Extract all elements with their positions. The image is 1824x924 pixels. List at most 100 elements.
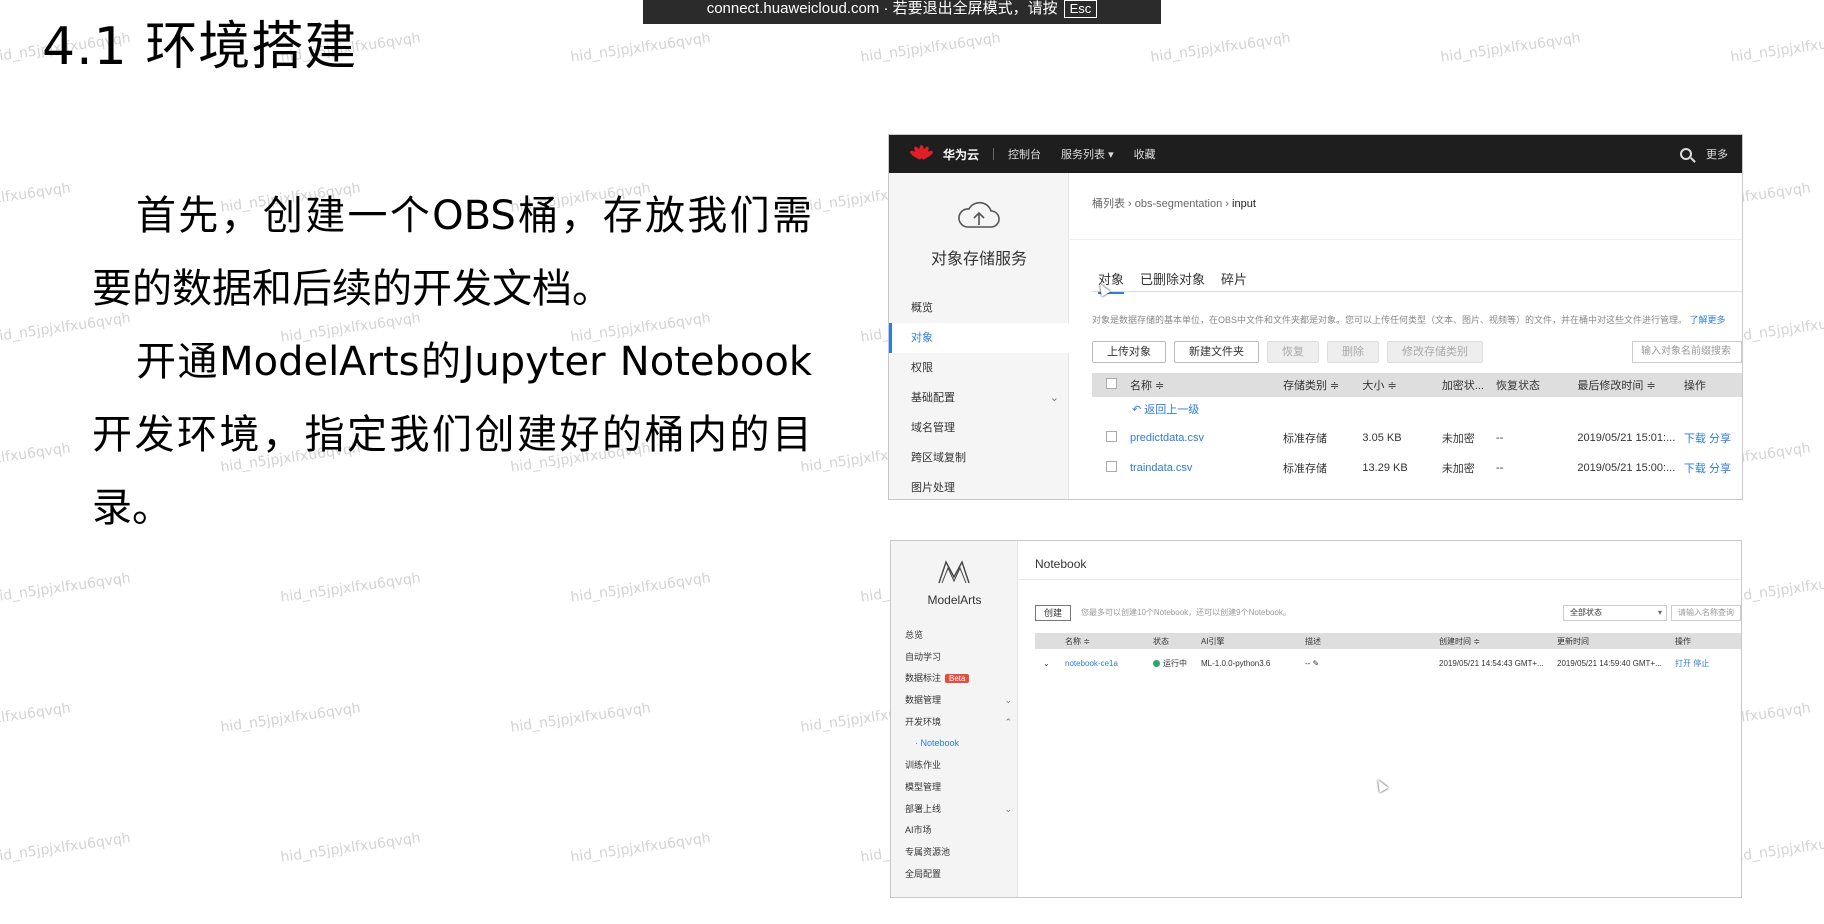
table-header: 名称 ≑ 存储类别 ≑ 大小 ≑ 加密状... 恢复状态 最后修改时间 ≑ 操作 [1092,373,1742,397]
menu-item-training-jobs[interactable]: 训练作业 [891,755,1018,777]
menu-item-permissions[interactable]: 权限 [889,353,1069,383]
notebook-table: 名称 ≑ 状态 AI引擎 描述 创建时间 ≑ 更新时间 操作 ⌄ noteboo… [1035,633,1741,677]
col-size[interactable]: 大小 ≑ [1362,377,1441,393]
table-header: 名称 ≑ 状态 AI引擎 描述 创建时间 ≑ 更新时间 操作 [1035,633,1741,649]
menu-item-data-management[interactable]: 数据管理 ⌄ [891,690,1018,712]
col-name[interactable]: 名称 ≑ [1049,636,1153,647]
object-table: 名称 ≑ 存储类别 ≑ 大小 ≑ 加密状... 恢复状态 最后修改时间 ≑ 操作… [1092,373,1742,483]
brand-name: 华为云 [943,147,980,162]
row-actions[interactable]: 打开 停止 [1675,658,1715,669]
row-actions[interactable]: 下载 分享 [1684,430,1742,446]
nav-console[interactable]: 控制台 [1008,146,1041,162]
page-title: Notebook [1035,557,1087,571]
divider [1019,579,1741,580]
menu-item-ai-market[interactable]: AI市场 [891,820,1018,842]
menu-item-data-labeling[interactable]: 数据标注 Beta [891,668,1018,690]
watermark-text: hid_n5jpjxlfxu6qvqh [0,440,72,476]
menu-item-global-config[interactable]: 全局配置 [891,864,1018,886]
col-encryption: 加密状... [1441,380,1484,392]
obs-console-screenshot: 华为云 控制台 服务列表 ▾ 收藏 更多 对象存储服务 概览 对象 权限 基础配… [888,134,1743,500]
col-description: 描述 [1305,636,1321,646]
watermark-text: hid_n5jpjxlfxu6qvqh [1729,570,1824,606]
delete-button[interactable]: 删除 [1327,341,1379,363]
nav-favorites[interactable]: 收藏 [1134,146,1156,162]
upload-object-button[interactable]: 上传对象 [1092,341,1166,363]
obs-main: 桶列表 › obs-segmentation › input 对象 已删除对象 … [1070,173,1742,499]
object-search-input[interactable]: 输入对象名前缀搜索 [1632,341,1742,363]
col-modified[interactable]: 最后修改时间 ≑ [1577,377,1684,393]
menu-item-deployment[interactable]: 部署上线 ⌄ [891,799,1018,821]
menu-item-dev-env[interactable]: 开发环境 ⌃ [891,712,1018,734]
table-row: ⌄ notebook-ce1a 运行中 ML-1.0.0-python3.6 -… [1035,649,1741,677]
restore-status: -- [1496,462,1504,474]
notebook-search-input[interactable]: 请输入名称查询 [1671,605,1741,621]
storage-class: 标准存储 [1283,463,1327,475]
learn-more-link[interactable]: 了解更多 [1690,315,1726,325]
change-storage-class-button[interactable]: 修改存储类别 [1387,341,1483,363]
updated-time: 2019/05/21 14:59:40 GMT+... [1557,658,1662,668]
menu-item-notebook[interactable]: · Notebook [891,733,1018,755]
new-folder-button[interactable]: 新建文件夹 [1174,341,1259,363]
search-icon[interactable] [1680,148,1692,160]
object-name-link[interactable]: predictdata.csv [1112,432,1283,444]
col-status: 状态 [1153,636,1169,646]
row-actions[interactable]: 下载 分享 [1684,460,1742,476]
breadcrumb: 桶列表 › obs-segmentation › input [1092,198,1256,210]
watermark-text: hid_n5jpjxlfxu6qvqh [859,30,1002,66]
menu-item-image-processing[interactable]: 图片处理 [889,473,1069,499]
col-created[interactable]: 创建时间 ≑ [1439,636,1557,647]
col-updated: 更新时间 [1557,636,1589,646]
table-row: predictdata.csv 标准存储 3.05 KB 未加密 -- 2019… [1092,423,1742,453]
watermark-text: hid_n5jpjxlfxu6qvqh [279,570,422,606]
col-restore-status: 恢复状态 [1496,380,1541,392]
col-storage-class[interactable]: 存储类别 ≑ [1283,377,1362,393]
col-actions: 操作 [1683,380,1706,392]
storage-class: 标准存储 [1283,433,1327,445]
object-size: 3.05 KB [1362,432,1402,444]
modified-time: 2019/05/21 15:00:... [1577,462,1676,474]
description-value[interactable]: -- ✎ [1305,659,1439,668]
service-name: 对象存储服务 [930,251,1027,268]
watermark-text: hid_n5jpjxlfxu6qvqh [1149,30,1292,66]
crumb-bucket[interactable]: obs-segmentation [1135,198,1222,210]
menu-item-auto-learning[interactable]: 自动学习 [891,647,1018,669]
menu-item-replication[interactable]: 跨区域复制 [889,443,1069,473]
watermark-text: hid_n5jpjxlfxu6qvqh [569,30,712,66]
created-time: 2019/05/21 14:54:43 GMT+... [1439,658,1544,668]
chevron-down-icon: ⌄ [1004,803,1012,814]
menu-item-overview[interactable]: 总览 [891,625,1018,647]
status-filter-select[interactable]: 全部状态 [1563,605,1667,621]
topbar-divider [993,148,995,160]
encryption-status: 未加密 [1441,433,1475,445]
divider [1070,239,1742,240]
menu-item-objects[interactable]: 对象 [889,323,1069,353]
col-name[interactable]: 名称 ≑ [1112,377,1283,393]
crumb-bucket-list[interactable]: 桶列表 [1092,198,1125,210]
expand-chevron-icon[interactable]: ⌄ [1035,659,1050,668]
slide-title: 4.1 环境搭建 [42,17,358,77]
restore-button[interactable]: 恢复 [1267,341,1319,363]
slide: hid_n5jpjxlfxu6qvqh hid_n5jpjxlfxu6qvqh hi… [0,0,1824,924]
modelarts-brand: ModelArts [927,593,982,607]
watermark-text: hid_n5jpjxlfxu6qvqh [0,570,132,606]
watermark-text: hid_n5jpjxlfxu6qvqh [1729,30,1824,66]
menu-item-overview[interactable]: 概览 [889,293,1069,323]
create-notebook-button[interactable]: 创建 [1035,605,1072,621]
watermark-text: hid_n5jpjxlfxu6qvqh [0,180,72,216]
crumb-current: input [1232,198,1256,210]
nav-service-list[interactable]: 服务列表 ▾ [1061,146,1114,162]
restore-status: -- [1496,432,1504,444]
menu-item-dedicated-pool[interactable]: 专属资源池 [891,842,1018,864]
back-up-link[interactable]: ↶ 返回上一级 [1092,397,1742,423]
menu-item-basic-config[interactable]: 基础配置 ⌄ [889,383,1069,413]
watermark-text: hid_n5jpjxlfxu6qvqh [279,830,422,866]
watermark-text: hid_n5jpjxlfxu6qvqh [1729,830,1824,866]
slide-body: 首先，创建一个OBS桶，存放我们需要的数据和后续的开发文档。 开通ModelAr… [92,180,812,545]
menu-item-domain[interactable]: 域名管理 [889,413,1069,443]
menu-item-model-management[interactable]: 模型管理 [891,777,1018,799]
table-row: traindata.csv 标准存储 13.29 KB 未加密 -- 2019/… [1092,453,1742,483]
more-menu[interactable]: 更多 [1706,146,1728,162]
object-name-link[interactable]: traindata.csv [1112,462,1283,474]
notebook-name-link[interactable]: notebook-ce1a [1049,659,1153,668]
chevron-down-icon: ⌄ [1004,695,1012,706]
